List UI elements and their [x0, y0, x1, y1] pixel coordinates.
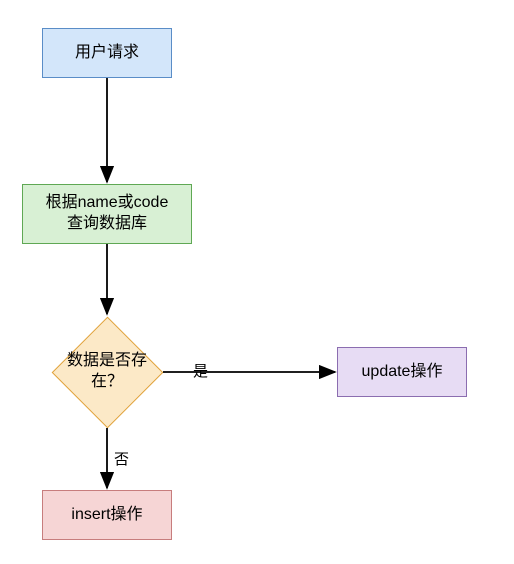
edge-label-yes: 是 — [193, 360, 208, 381]
flow-node-start: 用户请求 — [42, 28, 172, 78]
flow-arrows — [0, 0, 514, 564]
flow-node-decision: 数据是否存 在？ — [51, 316, 163, 428]
flow-node-insert: insert操作 — [42, 490, 172, 540]
flow-node-query: 根据name或code 查询数据库 — [22, 184, 192, 244]
flow-node-decision-label: 数据是否存 在？ — [51, 316, 163, 428]
flow-node-update: update操作 — [337, 347, 467, 397]
flow-node-update-label: update操作 — [362, 362, 443, 383]
edge-label-no: 否 — [114, 448, 129, 469]
flow-node-start-label: 用户请求 — [75, 43, 139, 64]
flow-node-insert-label: insert操作 — [71, 505, 142, 526]
flow-node-query-label: 根据name或code 查询数据库 — [46, 193, 169, 235]
